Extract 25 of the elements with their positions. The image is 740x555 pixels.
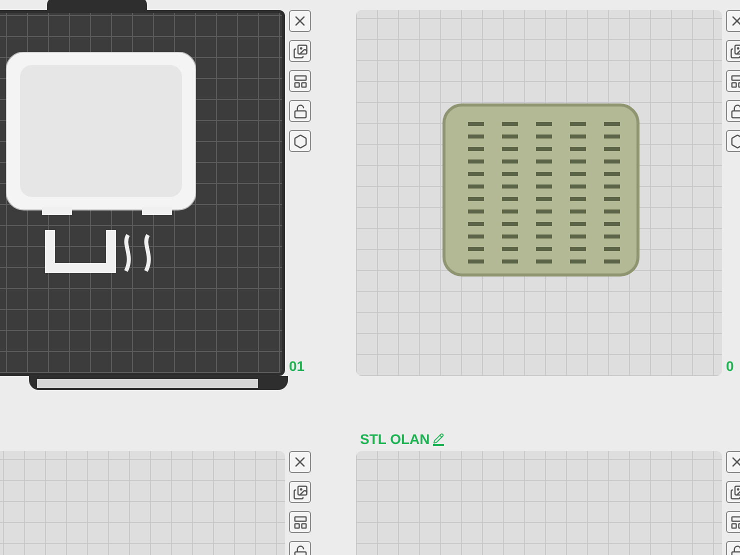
plate-number: 0 — [726, 358, 735, 374]
images-button[interactable] — [289, 481, 311, 503]
images-button[interactable] — [289, 40, 311, 62]
layout-icon — [730, 514, 740, 530]
unlock-button[interactable] — [289, 100, 311, 122]
layout-icon — [730, 74, 740, 88]
hexagon-icon — [730, 134, 740, 148]
unlock-icon — [730, 104, 740, 118]
unlock-icon — [292, 104, 308, 118]
hexagon-settings-button[interactable] — [289, 130, 311, 152]
hexagon-icon — [292, 134, 308, 148]
layout-icon — [292, 514, 308, 530]
images-icon — [730, 44, 740, 58]
plate-number: 01 — [289, 358, 306, 374]
layout-button[interactable] — [289, 511, 311, 533]
images-icon — [730, 484, 740, 500]
images-icon — [292, 44, 308, 58]
layout-button[interactable] — [289, 70, 311, 92]
close-button[interactable] — [289, 451, 311, 473]
build-plate[interactable] — [0, 10, 285, 376]
images-icon — [292, 484, 308, 500]
layout-icon — [292, 74, 308, 88]
close-button[interactable] — [289, 10, 311, 32]
plate-title: STL OLAN — [360, 431, 430, 447]
unlock-icon — [292, 544, 308, 555]
